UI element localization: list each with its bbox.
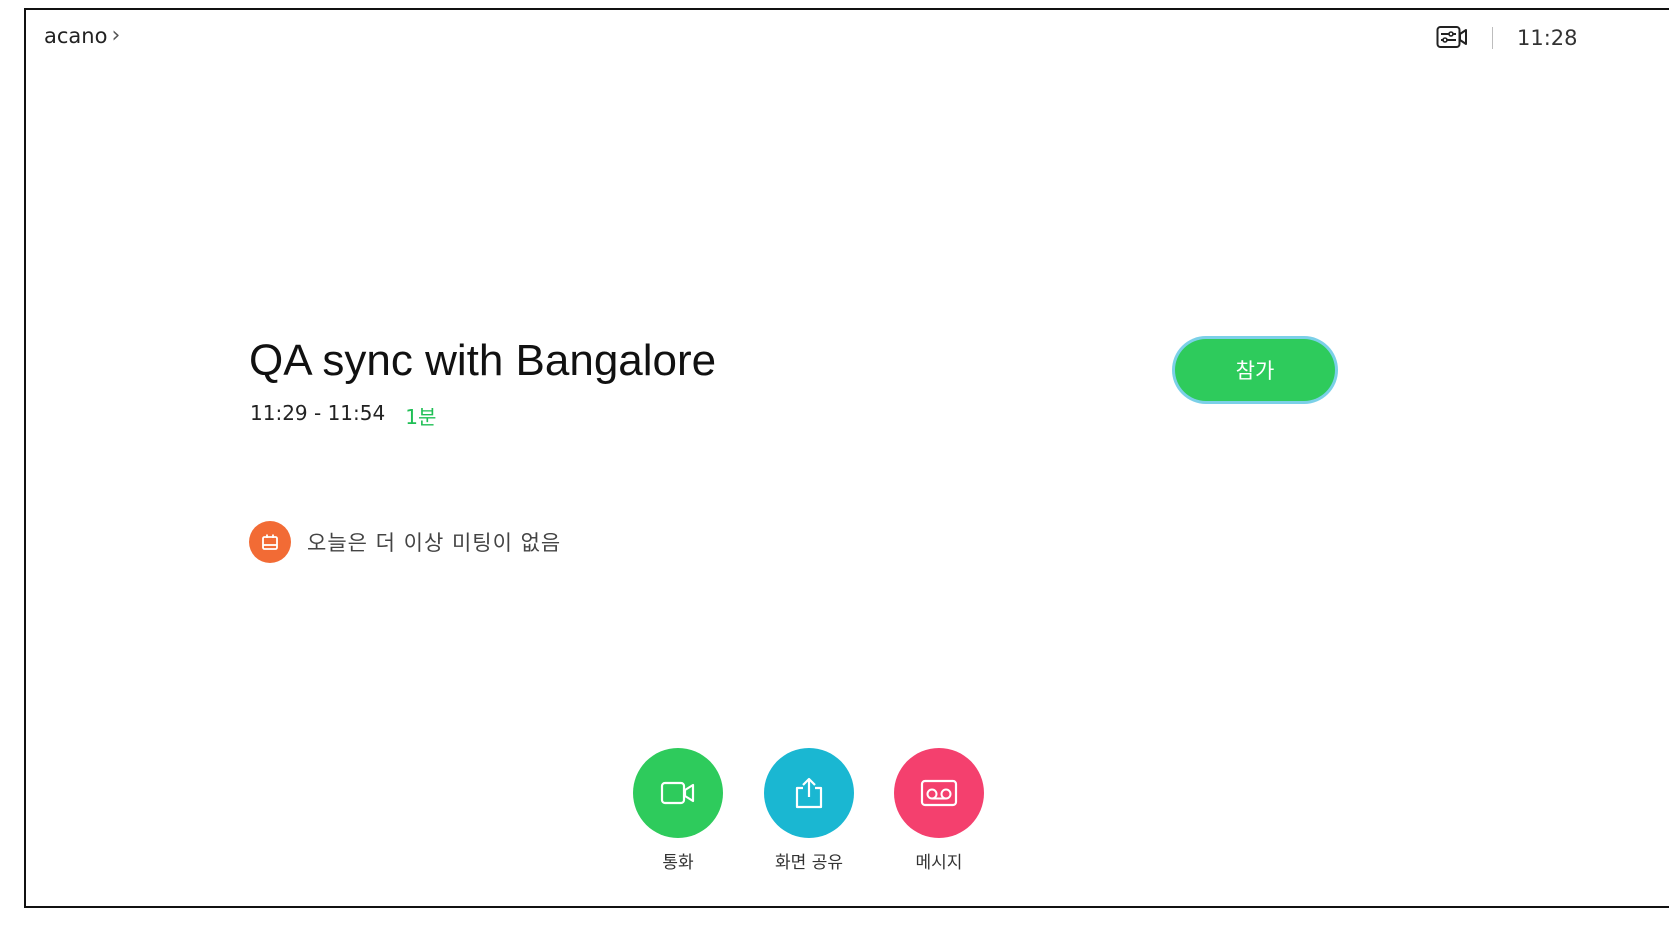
- share-screen-action[interactable]: 화면 공유: [749, 748, 869, 873]
- share-upload-icon: [795, 777, 823, 809]
- share-screen-button[interactable]: [764, 748, 854, 838]
- voicemail-icon: [920, 779, 958, 807]
- notice-text: 오늘은 더 이상 미팅이 없음: [307, 531, 562, 555]
- meeting-time: 11:29 - 11:54 1분: [250, 401, 436, 430]
- share-screen-label: 화면 공유: [775, 853, 843, 873]
- chevron-right-icon: ›: [111, 23, 121, 48]
- meeting-starts-in: 1분: [405, 405, 437, 429]
- message-button[interactable]: [894, 748, 984, 838]
- video-settings-icon[interactable]: [1436, 24, 1468, 52]
- clock: 11:28: [1517, 26, 1578, 50]
- divider: [1492, 27, 1493, 49]
- call-label: 통화: [662, 853, 694, 873]
- message-action[interactable]: 메시지: [879, 748, 999, 873]
- device-name-menu[interactable]: acano ›: [44, 24, 120, 48]
- calendar-icon: [249, 521, 291, 563]
- join-button[interactable]: 참가: [1175, 339, 1335, 401]
- message-label: 메시지: [915, 853, 963, 873]
- call-button[interactable]: [633, 748, 723, 838]
- device-name: acano: [44, 24, 108, 48]
- call-action[interactable]: 통화: [618, 748, 738, 873]
- video-camera-icon: [660, 781, 695, 805]
- status-bar: 11:28: [1436, 24, 1578, 52]
- meeting-title: QA sync with Bangalore: [249, 336, 717, 385]
- meeting-time-range: 11:29 - 11:54: [250, 401, 386, 425]
- no-more-meetings-notice: 오늘은 더 이상 미팅이 없음: [249, 521, 561, 563]
